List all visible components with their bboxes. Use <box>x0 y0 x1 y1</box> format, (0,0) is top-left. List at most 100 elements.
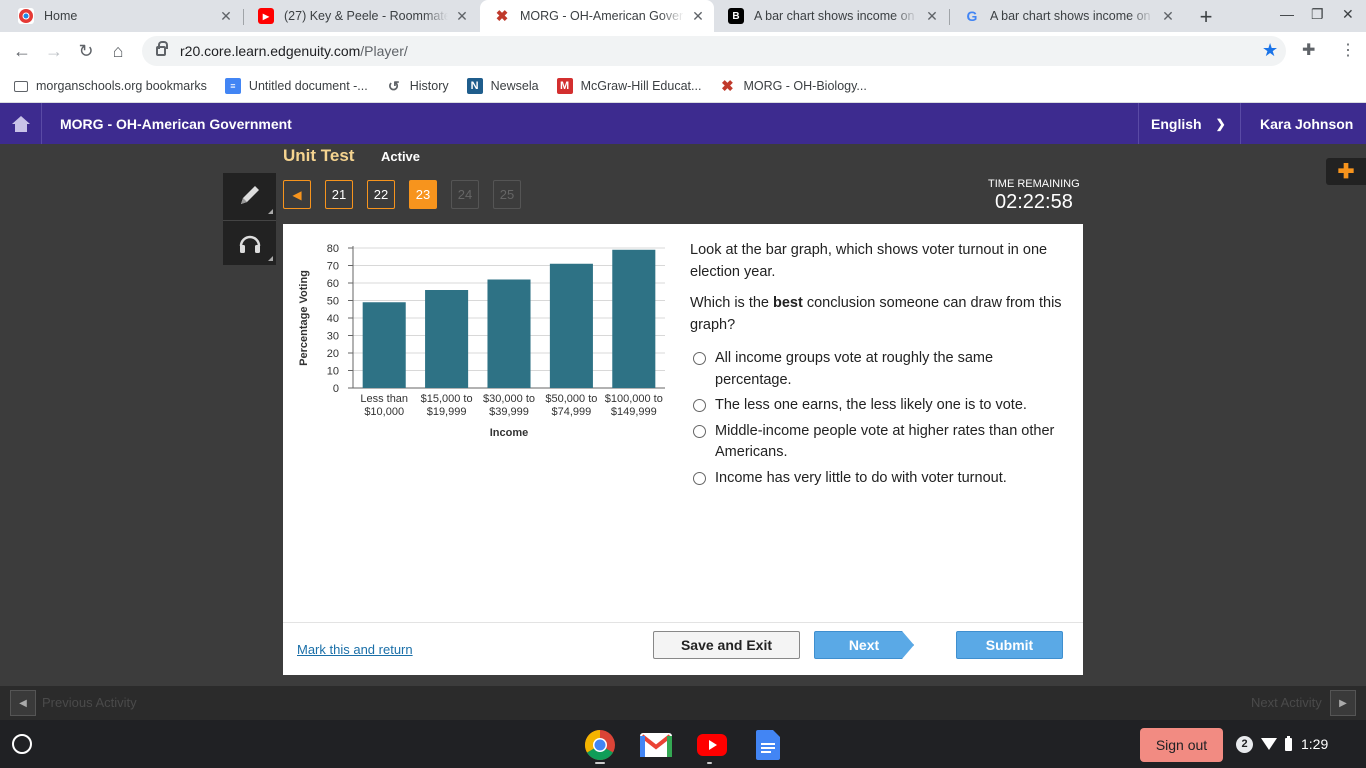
browser-tab-youtube[interactable]: ▶ (27) Key & Peele - Roommate M ✕ <box>244 0 478 32</box>
bar <box>362 302 406 388</box>
minimize-icon[interactable]: — <box>1280 6 1294 22</box>
brainly-icon: B <box>728 8 744 24</box>
ask-prefix: Which is the <box>690 295 773 311</box>
plus-icon: ✚ <box>1337 161 1355 183</box>
footer-divider <box>283 622 1083 623</box>
pencil-tool-button[interactable] <box>223 173 276 217</box>
submit-button[interactable]: Submit <box>956 631 1063 659</box>
youtube-app-icon[interactable] <box>695 728 729 762</box>
close-icon[interactable]: ✕ <box>690 8 706 25</box>
browser-tab-brainly[interactable]: B A bar chart shows income on th ✕ <box>714 0 948 32</box>
bar <box>487 279 531 388</box>
chrome-app-icon[interactable] <box>583 728 617 762</box>
url-path: /Player/ <box>360 43 408 59</box>
caret-right-icon: ▶ <box>1339 697 1347 709</box>
answer-choices: All income groups vote at roughly the sa… <box>693 348 1073 493</box>
radio-button[interactable] <box>693 399 706 412</box>
mcgraw-hill-icon: M <box>556 78 573 94</box>
running-indicator <box>595 762 605 764</box>
x-tick-label: Less than <box>360 393 408 405</box>
y-tick-label: 20 <box>327 348 339 360</box>
bar <box>549 263 593 388</box>
bookmark-morg-biology[interactable]: ✖ MORG - OH-Biology... <box>719 78 867 95</box>
next-activity-button[interactable]: ▶ <box>1330 690 1356 716</box>
radio-button[interactable] <box>693 424 706 438</box>
bookmark-history[interactable]: ↺ History <box>386 78 449 94</box>
mark-and-return-link[interactable]: Mark this and return <box>297 642 413 657</box>
question-23-button[interactable]: 23 <box>409 180 437 209</box>
choice-text: Middle-income people vote at higher rate… <box>715 422 1055 461</box>
previous-activity-button[interactable]: ◀ <box>10 690 36 716</box>
close-icon[interactable]: ✕ <box>924 8 940 25</box>
question-21-button[interactable]: 21 <box>325 180 353 209</box>
answer-choice-c[interactable]: Middle-income people vote at higher rate… <box>693 421 1073 464</box>
menu-kebab-icon[interactable]: ⋮ <box>1340 40 1356 60</box>
close-icon[interactable]: ✕ <box>1160 8 1176 25</box>
browser-tab-home[interactable]: Home ✕ <box>4 0 242 32</box>
gmail-app-icon[interactable] <box>639 728 673 762</box>
bar <box>612 249 656 388</box>
answer-choice-d[interactable]: Income has very little to do with voter … <box>693 468 1073 490</box>
url-field[interactable]: r20.core.learn.edgenuity.com/Player/ <box>142 36 1286 66</box>
radio-button[interactable] <box>693 471 706 485</box>
tab-title: A bar chart shows income on th <box>990 9 1154 23</box>
browser-tab-google[interactable]: G A bar chart shows income on th ✕ <box>950 0 1184 32</box>
reload-icon[interactable]: ↻ <box>74 39 98 63</box>
close-icon[interactable]: ✕ <box>218 8 234 25</box>
choice-text: The less one earns, the less likely one … <box>715 397 1027 413</box>
sign-out-button[interactable]: Sign out <box>1140 728 1223 762</box>
browser-tab-edgenuity[interactable]: ✖ MORG - OH-American Governme ✕ <box>480 0 714 32</box>
bookmark-mcgraw-hill[interactable]: M McGraw-Hill Educat... <box>556 78 702 94</box>
next-button[interactable]: Next <box>814 631 914 659</box>
question-22-button[interactable]: 22 <box>367 180 395 209</box>
forward-arrow-icon[interactable]: → <box>42 39 66 63</box>
newsela-icon: N <box>466 78 483 94</box>
choice-text: Income has very little to do with voter … <box>715 469 1007 486</box>
user-menu[interactable]: Kara Johnson <box>1240 103 1366 144</box>
wifi-icon <box>1261 738 1277 750</box>
os-shelf: Sign out 2 1:29 <box>0 720 1366 768</box>
app-header: MORG - OH-American Government English ❯ … <box>0 103 1366 144</box>
answer-choice-a[interactable]: All income groups vote at roughly the sa… <box>693 348 1073 391</box>
expand-panel-button[interactable]: ✚ <box>1326 158 1366 185</box>
bar <box>425 290 469 388</box>
system-tray[interactable]: 2 1:29 <box>1236 732 1328 756</box>
previous-question-button[interactable]: ◀ <box>283 180 311 209</box>
browser-tab-strip: Home ✕ ▶ (27) Key & Peele - Roommate M ✕… <box>0 0 1366 32</box>
bookmark-label: McGraw-Hill Educat... <box>580 79 702 93</box>
docs-icon: ≡ <box>224 78 241 94</box>
save-and-exit-button[interactable]: Save and Exit <box>653 631 800 659</box>
bookmark-star-icon[interactable]: ★ <box>1262 40 1278 61</box>
edgenuity-icon: ✖ <box>721 78 734 95</box>
docs-app-icon[interactable] <box>751 728 785 762</box>
bookmarks-bar: morganschools.org bookmarks ≡ Untitled d… <box>0 70 1366 103</box>
launcher-icon[interactable] <box>12 734 32 754</box>
back-arrow-icon[interactable]: ← <box>10 39 34 63</box>
home-button[interactable] <box>0 103 42 144</box>
unit-title: Unit Test <box>283 146 355 165</box>
close-window-icon[interactable]: ✕ <box>1342 6 1354 23</box>
x-tick-label: $100,000 to <box>605 393 663 405</box>
google-icon: G <box>966 8 978 24</box>
bookmark-newsela[interactable]: N Newsela <box>466 78 539 94</box>
language-selector[interactable]: English ❯ <box>1138 103 1240 144</box>
extensions-puzzle-icon[interactable]: ✚ <box>1302 40 1315 60</box>
lock-icon[interactable] <box>156 41 168 56</box>
restore-icon[interactable]: ❐ <box>1311 6 1324 23</box>
radio-button[interactable] <box>693 352 706 365</box>
x-tick-label: $10,000 <box>364 406 404 418</box>
answer-choice-b[interactable]: The less one earns, the less likely one … <box>693 395 1073 417</box>
ask-emphasis: best <box>773 295 803 311</box>
bookmark-morganschools[interactable]: morganschools.org bookmarks <box>14 79 207 93</box>
bookmark-untitled-document[interactable]: ≡ Untitled document -... <box>224 78 368 94</box>
y-tick-label: 30 <box>327 331 339 343</box>
language-label: English <box>1151 115 1202 132</box>
home-icon[interactable]: ⌂ <box>106 39 130 63</box>
tool-panel <box>223 173 276 265</box>
x-tick-label: $15,000 to <box>421 393 473 405</box>
bookmark-label: Untitled document -... <box>248 79 368 93</box>
running-indicator <box>707 762 712 764</box>
new-tab-button[interactable]: + <box>1194 4 1218 30</box>
audio-tool-button[interactable] <box>223 220 276 264</box>
close-icon[interactable]: ✕ <box>454 8 470 25</box>
